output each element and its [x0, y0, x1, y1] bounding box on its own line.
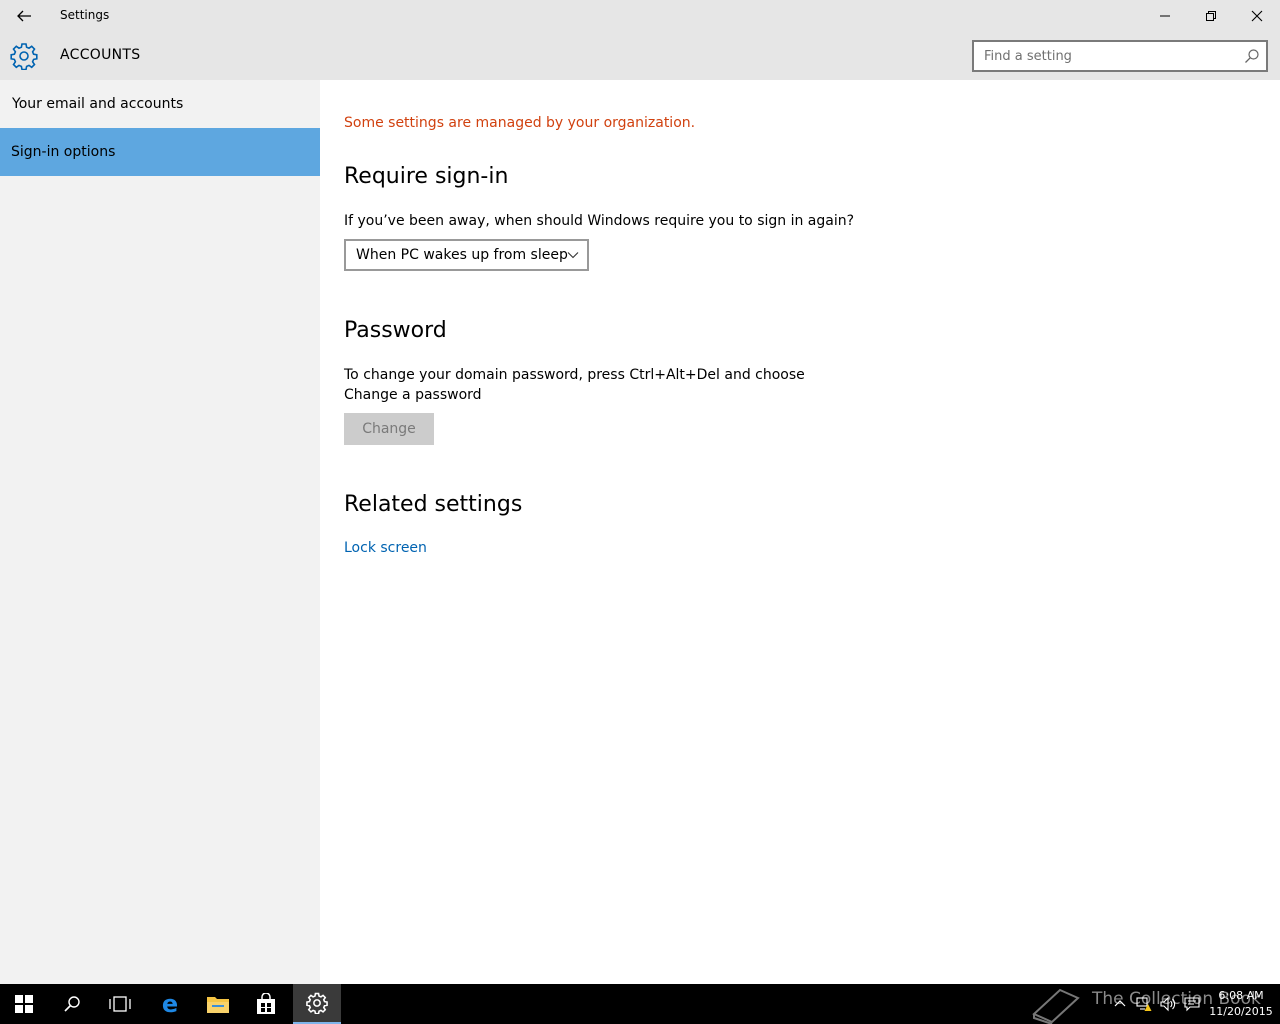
- store-icon: [257, 993, 275, 1014]
- restore-button[interactable]: [1188, 0, 1234, 32]
- change-password-button[interactable]: Change: [344, 413, 434, 445]
- search-input[interactable]: [974, 42, 1234, 70]
- task-view-button[interactable]: [96, 984, 144, 1024]
- search-icon: [64, 996, 80, 1012]
- password-description: To change your domain password, press Ct…: [344, 365, 824, 405]
- sidebar-item-email-accounts[interactable]: Your email and accounts: [0, 80, 320, 128]
- chevron-down-icon: [567, 252, 579, 259]
- sidebar: Your email and accounts Sign-in options: [0, 80, 320, 984]
- lock-screen-link[interactable]: Lock screen: [344, 540, 427, 556]
- password-description-line1: To change your domain password, press Ct…: [344, 367, 805, 383]
- restore-icon: [1206, 11, 1216, 21]
- main-content: Some settings are managed by your organi…: [320, 80, 1280, 984]
- task-view-icon: [109, 996, 131, 1012]
- book-watermark-icon: [1032, 988, 1080, 1024]
- search-box[interactable]: [972, 40, 1268, 72]
- related-settings-heading: Related settings: [344, 492, 523, 517]
- show-hidden-icons-button[interactable]: [1108, 984, 1132, 1024]
- network-tray-button[interactable]: [1132, 984, 1156, 1024]
- managed-notice: Some settings are managed by your organi…: [344, 115, 696, 131]
- clock-date: 11/20/2015: [1209, 1005, 1273, 1018]
- gear-icon: [10, 43, 38, 70]
- windows-logo-icon: [15, 995, 33, 1013]
- back-button[interactable]: [8, 0, 40, 32]
- edge-browser-button[interactable]: e: [146, 984, 194, 1024]
- volume-tray-button[interactable]: [1156, 984, 1180, 1024]
- require-signin-dropdown[interactable]: When PC wakes up from sleep: [344, 239, 589, 271]
- close-button[interactable]: [1234, 0, 1280, 32]
- gear-icon: [306, 992, 328, 1014]
- back-arrow-icon: [17, 10, 31, 22]
- require-signin-question: If you’ve been away, when should Windows…: [344, 213, 855, 229]
- minimize-icon: [1160, 15, 1170, 17]
- start-button[interactable]: [0, 984, 48, 1024]
- settings-taskbar-button[interactable]: [293, 984, 341, 1024]
- settings-header: ACCOUNTS: [0, 32, 1280, 80]
- dropdown-selected-value: When PC wakes up from sleep: [356, 247, 568, 263]
- folder-icon: [207, 997, 229, 1013]
- password-description-line2: Change a password: [344, 387, 482, 403]
- action-center-icon: [1184, 997, 1200, 1012]
- page-title: ACCOUNTS: [60, 47, 141, 63]
- search-taskbar-button[interactable]: [48, 984, 96, 1024]
- volume-icon: [1160, 996, 1176, 1012]
- network-warning-icon: [1136, 997, 1152, 1011]
- window-title: Settings: [60, 8, 110, 22]
- chevron-up-icon: [1114, 1000, 1126, 1007]
- action-center-button[interactable]: [1180, 984, 1204, 1024]
- close-icon: [1251, 10, 1263, 22]
- password-heading: Password: [344, 318, 447, 343]
- title-bar: Settings: [0, 0, 1280, 32]
- minimize-button[interactable]: [1142, 0, 1188, 32]
- taskbar-clock[interactable]: 6:08 AM 11/20/2015: [1208, 988, 1274, 1020]
- require-signin-heading: Require sign-in: [344, 164, 509, 189]
- file-explorer-button[interactable]: [194, 984, 242, 1024]
- taskbar: e The Collection Book 6:08 AM 11/20/2015: [0, 984, 1280, 1024]
- edge-icon: e: [162, 993, 178, 1015]
- search-icon[interactable]: [1244, 48, 1260, 64]
- sidebar-item-sign-in-options[interactable]: Sign-in options: [0, 128, 320, 176]
- store-button[interactable]: [242, 984, 290, 1024]
- clock-time: 6:08 AM: [1218, 989, 1264, 1002]
- svg-text:e: e: [162, 993, 178, 1015]
